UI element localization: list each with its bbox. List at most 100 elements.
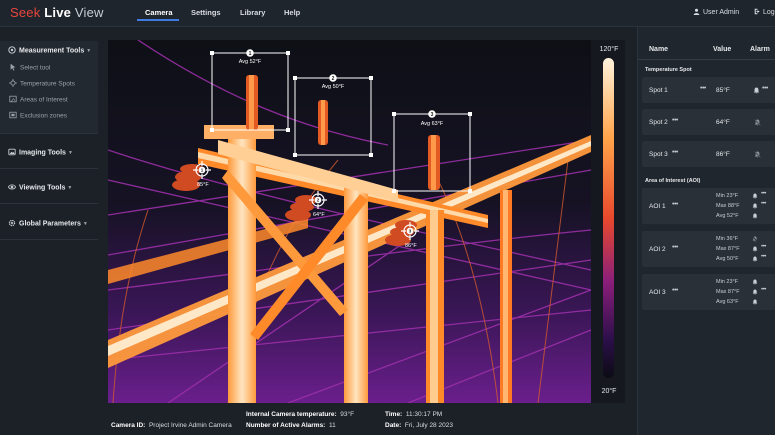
bell-icon[interactable] (752, 299, 758, 305)
aoi-2-max-more-button[interactable]: ••• (761, 244, 766, 250)
brand-logo: Seek Live View (10, 5, 104, 20)
image-icon (8, 148, 16, 156)
sidebar-item-temperature-spots[interactable]: Temperature Spots (9, 79, 75, 88)
aoi-1-name: AOI 1 (649, 203, 666, 210)
time-label: Time: (385, 411, 403, 418)
time-value: 11:30:17 PM (405, 411, 443, 418)
aoi-2-more-button[interactable]: ••• (672, 244, 678, 251)
measurement-tools-header[interactable]: Measurement Tools ▼ (8, 46, 91, 55)
logout-link[interactable]: Log (754, 8, 775, 16)
aoi-1-avg: Avg 52°F (716, 213, 739, 219)
column-header-alarm: Alarm (750, 46, 770, 53)
spot-1-alarm-more-button[interactable]: ••• (762, 85, 768, 92)
internal-temp-label: Internal Camera temperature: (246, 411, 337, 418)
aoi-1-max: Max 88°F (716, 203, 740, 209)
spot-3-name: Spot 3 (649, 151, 668, 158)
sidebar-item-areas-of-interest[interactable]: Areas of Interest (9, 95, 68, 104)
camera-id-info: Camera ID: Project Irvine Admin Camera (111, 422, 232, 429)
tab-help[interactable]: Help (284, 8, 300, 17)
active-tab-indicator (137, 19, 179, 21)
spot-row-3[interactable]: Spot 3 ••• 86°F (642, 141, 775, 167)
camera-id-value: Project Irvine Admin Camera (148, 422, 232, 429)
aoi-3-more-button[interactable]: ••• (672, 287, 678, 294)
measurement-tools-label: Measurement Tools (19, 47, 85, 55)
thermal-viewer[interactable]: 1 2 3 Avg 52°F Avg 50°F Avg 63°F 1 2 3 8… (108, 40, 625, 403)
aoi-1-more-button[interactable]: ••• (672, 201, 678, 208)
spot-1-more-button[interactable]: ••• (700, 85, 706, 92)
aoi-1-min-more-button[interactable]: ••• (761, 191, 766, 197)
exclusion-zones-label: Exclusion zones (20, 112, 67, 120)
bell-icon[interactable] (752, 193, 758, 199)
bell-icon[interactable] (752, 246, 758, 252)
bell-icon[interactable] (752, 289, 758, 295)
exclusion-zone-icon (9, 111, 17, 119)
measure-icon (8, 46, 16, 54)
chevron-down-icon: ▼ (67, 184, 73, 191)
tab-camera[interactable]: Camera (145, 8, 173, 17)
aoi-3-name: AOI 3 (649, 289, 666, 296)
aoi-3-max: Max 87°F (716, 289, 740, 295)
active-alarms-label: Number of Active Alarms: (246, 422, 326, 429)
temperature-spot-section-title: Temperature Spot (645, 67, 692, 73)
spot-2-more-button[interactable]: ••• (672, 117, 678, 124)
aoi-section-title: Area of Interest (AOI) (645, 178, 701, 184)
crosshair-icon (9, 79, 17, 87)
aoi-1-label: Avg 52°F (239, 59, 262, 65)
active-alarms-info: Number of Active Alarms: 11 (246, 422, 336, 429)
imaging-tools-header[interactable]: Imaging Tools ▼ (8, 148, 73, 157)
internal-temp-info: Internal Camera temperature: 93°F (246, 411, 354, 418)
chevron-down-icon: ▼ (67, 149, 73, 156)
aoi-2-avg-more-button[interactable]: ••• (761, 254, 766, 260)
aoi-row-2[interactable]: AOI 2 ••• Min 36°F Max 87°F Avg 50°F •••… (642, 231, 775, 267)
bell-off-icon[interactable] (752, 236, 758, 242)
spot-3-label: 86°F (405, 243, 417, 249)
spot-3-more-button[interactable]: ••• (672, 149, 678, 156)
sidebar-item-select-tool[interactable]: Select tool (9, 63, 50, 72)
scale-min-label: 20°F (602, 387, 617, 395)
date-info: Date: Fri, July 28 2023 (385, 422, 453, 429)
divider (0, 203, 98, 204)
aoi-3-max-more-button[interactable]: ••• (761, 287, 766, 293)
user-menu[interactable]: User Admin (693, 8, 739, 16)
sidebar: Measurement Tools ▼ Select tool Temperatu… (0, 27, 98, 435)
date-value: Fri, July 28 2023 (404, 422, 453, 429)
aoi-row-3[interactable]: AOI 3 ••• Min 23°F Max 87°F Avg 63°F ••• (642, 274, 775, 310)
logout-icon (754, 8, 760, 15)
aoi-2-avg: Avg 50°F (716, 256, 739, 262)
top-bar: Seek Live View Camera Settings Library H… (0, 0, 775, 27)
spot-2-name: Spot 2 (649, 119, 668, 126)
spot-row-1[interactable]: Spot 1 ••• 85°F ••• (642, 77, 775, 103)
gear-icon (8, 219, 16, 227)
bell-icon[interactable] (752, 203, 758, 209)
divider (0, 239, 98, 240)
aoi-row-1[interactable]: AOI 1 ••• Min 23°F Max 88°F Avg 52°F •••… (642, 188, 775, 224)
bell-icon[interactable] (752, 213, 758, 219)
bell-icon[interactable] (752, 279, 758, 285)
tab-library[interactable]: Library (240, 8, 265, 17)
brand-part-seek: Seek (10, 5, 41, 20)
spot-1-label: 85°F (197, 182, 209, 188)
aoi-1-max-more-button[interactable]: ••• (761, 201, 766, 207)
aoi-2-min: Min 36°F (716, 236, 739, 242)
divider (0, 133, 98, 134)
temperature-scale-bar (603, 58, 614, 378)
tab-settings[interactable]: Settings (191, 8, 221, 17)
bell-icon[interactable] (753, 87, 760, 94)
cursor-icon (10, 63, 16, 71)
measurements-panel: Name Value Alarm Temperature Spot Spot 1… (637, 27, 775, 435)
internal-temp-value: 93°F (340, 411, 355, 418)
temperature-spots-label: Temperature Spots (20, 80, 75, 88)
spot-3-value: 86°F (716, 151, 730, 158)
aoi-2-max: Max 87°F (716, 246, 740, 252)
select-tool-label: Select tool (20, 64, 51, 72)
column-header-name: Name (649, 46, 669, 53)
sidebar-item-exclusion-zones[interactable]: Exclusion zones (9, 111, 67, 120)
viewing-tools-header[interactable]: Viewing Tools ▼ (8, 183, 72, 192)
bell-off-icon[interactable] (754, 151, 761, 158)
aoi-1-min: Min 23°F (716, 193, 739, 199)
bell-off-icon[interactable] (754, 119, 761, 126)
global-parameters-header[interactable]: Global Parameters ▼ (8, 219, 88, 228)
spot-row-2[interactable]: Spot 2 ••• 64°F (642, 109, 775, 135)
bell-icon[interactable] (752, 256, 758, 262)
active-alarms-value: 11 (328, 422, 336, 429)
